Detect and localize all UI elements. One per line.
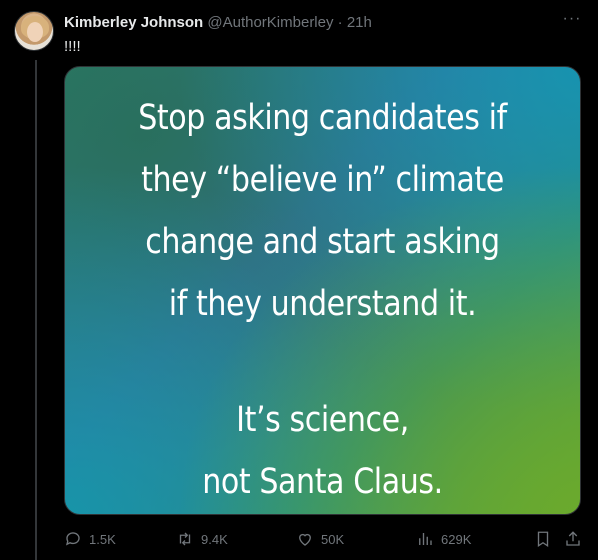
author-name[interactable]: Kimberley Johnson: [64, 14, 203, 31]
tweet-timestamp[interactable]: 21h: [347, 14, 372, 31]
avatar-face: [27, 22, 43, 42]
media-caption-bottom: It’s science, not Santa Claus.: [101, 389, 544, 513]
views-icon: [419, 533, 432, 545]
like-button[interactable]: 50K: [296, 528, 344, 550]
heart-icon: [299, 533, 311, 546]
tweet-header: Kimberley Johnson @AuthorKimberley · 21h: [64, 13, 372, 33]
author-handle[interactable]: @AuthorKimberley: [207, 14, 333, 31]
reply-count: 1.5K: [89, 531, 116, 547]
media-line: they “believe in” climate: [141, 160, 504, 200]
tweet-text: !!!!: [64, 38, 81, 55]
retweet-button[interactable]: 9.4K: [176, 528, 228, 550]
share-button[interactable]: [564, 528, 589, 550]
reply-icon: [65, 532, 80, 546]
avatar[interactable]: [14, 11, 54, 51]
media-caption-top: Stop asking candidates if they “believe …: [101, 87, 544, 335]
tweet-actions: 1.5K 9.4K 50K 629K: [64, 528, 584, 550]
views-button[interactable]: 629K: [416, 528, 471, 550]
reply-button[interactable]: 1.5K: [64, 528, 116, 550]
tweet-media-image[interactable]: Stop asking candidates if they “believe …: [64, 66, 581, 515]
media-line: not Santa Claus.: [202, 462, 443, 502]
share-icon: [566, 531, 580, 546]
separator-dot: ·: [337, 14, 343, 31]
media-line: change and start asking: [145, 222, 500, 262]
retweet-icon: [179, 532, 191, 546]
more-options-icon[interactable]: ···: [560, 11, 584, 32]
like-count: 50K: [321, 531, 345, 547]
media-line: Stop asking candidates if: [138, 98, 507, 138]
media-line: if they understand it.: [168, 284, 477, 324]
media-line: It’s science,: [236, 400, 409, 440]
views-count: 629K: [441, 531, 472, 547]
thread-line: [35, 60, 37, 560]
retweet-count: 9.4K: [201, 531, 228, 547]
bookmark-icon: [537, 531, 549, 548]
bookmark-button[interactable]: [534, 528, 559, 550]
